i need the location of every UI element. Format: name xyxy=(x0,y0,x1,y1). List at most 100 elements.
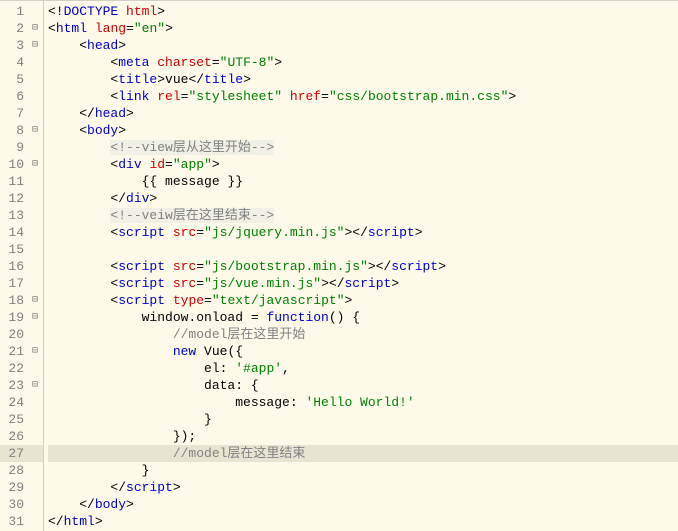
line-number: 24 xyxy=(0,394,28,411)
code-line[interactable]: <script src="js/bootstrap.min.js"></scri… xyxy=(48,258,678,275)
code-token xyxy=(165,276,173,291)
code-line[interactable]: {{ message }} xyxy=(48,173,678,190)
code-token: > xyxy=(274,55,282,70)
code-line[interactable]: window.onload = function() { xyxy=(48,309,678,326)
fold-toggle-icon[interactable]: ⊟ xyxy=(28,156,42,173)
fold-toggle-icon[interactable]: ⊟ xyxy=(28,377,42,394)
code-token: lang xyxy=(95,21,126,36)
code-token: < xyxy=(48,276,118,291)
code-token: } xyxy=(48,412,212,427)
code-line[interactable]: <!DOCTYPE html> xyxy=(48,3,678,20)
code-token: ></ xyxy=(345,225,368,240)
code-line[interactable]: <!--veiw层在这里结束--> xyxy=(48,207,678,224)
code-token xyxy=(48,327,173,342)
code-token: </ xyxy=(48,106,95,121)
fold-toggle-icon[interactable]: ⊟ xyxy=(28,20,42,37)
code-token: > xyxy=(149,191,157,206)
code-line[interactable]: } xyxy=(48,462,678,479)
code-token: > xyxy=(165,21,173,36)
code-token: } xyxy=(48,463,149,478)
code-token: = xyxy=(204,293,212,308)
code-token: </ xyxy=(48,191,126,206)
code-token: > xyxy=(173,480,181,495)
code-token: html xyxy=(56,21,87,36)
gutter-line: 30 xyxy=(0,496,43,513)
code-token xyxy=(118,4,126,19)
code-token: > xyxy=(118,38,126,53)
line-number: 16 xyxy=(0,258,28,275)
code-token: {{ message }} xyxy=(48,174,243,189)
code-token xyxy=(48,208,110,223)
code-line[interactable]: data: { xyxy=(48,377,678,394)
code-line[interactable]: <body> xyxy=(48,122,678,139)
code-line[interactable]: </head> xyxy=(48,105,678,122)
code-line[interactable]: new Vue({ xyxy=(48,343,678,360)
code-token: script xyxy=(391,259,438,274)
gutter-line: 14 xyxy=(0,224,43,241)
code-line[interactable]: <!--view层从这里开始--> xyxy=(48,139,678,156)
code-line[interactable]: <html lang="en"> xyxy=(48,20,678,37)
code-line[interactable]: <head> xyxy=(48,37,678,54)
line-number: 1 xyxy=(0,3,28,20)
gutter-line: 17 xyxy=(0,275,43,292)
gutter-line: 26 xyxy=(0,428,43,445)
code-token: src xyxy=(173,259,196,274)
code-token: ></ xyxy=(321,276,344,291)
code-line[interactable]: //model层在这里开始 xyxy=(48,326,678,343)
gutter-line: 3⊟ xyxy=(0,37,43,54)
code-token: "stylesheet" xyxy=(188,89,282,104)
code-line[interactable]: } xyxy=(48,411,678,428)
code-token: = xyxy=(196,276,204,291)
code-token: script xyxy=(118,276,165,291)
code-token: = xyxy=(196,225,204,240)
code-area[interactable]: <!DOCTYPE html><html lang="en"> <head> <… xyxy=(44,1,678,531)
code-token: </ xyxy=(48,497,95,512)
code-line[interactable]: </html> xyxy=(48,513,678,530)
fold-toggle-icon[interactable]: ⊟ xyxy=(28,343,42,360)
code-token: </ xyxy=(48,514,64,529)
code-token: }); xyxy=(48,429,196,444)
fold-toggle-icon[interactable]: ⊟ xyxy=(28,292,42,309)
code-line[interactable]: <title>vue</title> xyxy=(48,71,678,88)
fold-toggle-icon[interactable]: ⊟ xyxy=(28,309,42,326)
gutter-line: 27 xyxy=(0,445,43,462)
gutter-line: 9 xyxy=(0,139,43,156)
line-number: 30 xyxy=(0,496,28,513)
code-token: "en" xyxy=(134,21,165,36)
code-line[interactable]: }); xyxy=(48,428,678,445)
gutter-line: 6 xyxy=(0,88,43,105)
line-number: 11 xyxy=(0,173,28,190)
line-number: 23 xyxy=(0,377,28,394)
fold-toggle-icon[interactable]: ⊟ xyxy=(28,122,42,139)
code-line[interactable]: <div id="app"> xyxy=(48,156,678,173)
line-number: 28 xyxy=(0,462,28,479)
code-token: body xyxy=(95,497,126,512)
code-line[interactable]: <link rel="stylesheet" href="css/bootstr… xyxy=(48,88,678,105)
gutter: 12⊟3⊟45678⊟910⊟1112131415161718⊟19⊟2021⊟… xyxy=(0,1,44,531)
line-number: 21 xyxy=(0,343,28,360)
code-line[interactable]: <script src="js/vue.min.js"></script> xyxy=(48,275,678,292)
code-line[interactable]: </script> xyxy=(48,479,678,496)
code-line[interactable]: //model层在这里结束 xyxy=(48,445,678,462)
code-token: script xyxy=(126,480,173,495)
code-token: <!--veiw层在这里结束--> xyxy=(110,208,274,223)
code-line[interactable]: <meta charset="UTF-8"> xyxy=(48,54,678,71)
code-line[interactable] xyxy=(48,241,678,258)
code-line[interactable]: </div> xyxy=(48,190,678,207)
code-token: script xyxy=(118,225,165,240)
code-line[interactable]: </body> xyxy=(48,496,678,513)
code-token: meta xyxy=(118,55,149,70)
code-token: script xyxy=(345,276,392,291)
line-number: 17 xyxy=(0,275,28,292)
code-line[interactable]: message: 'Hello World!' xyxy=(48,394,678,411)
code-line[interactable]: <script src="js/jquery.min.js"></script> xyxy=(48,224,678,241)
fold-toggle-icon[interactable]: ⊟ xyxy=(28,37,42,54)
code-line[interactable]: <script type="text/javascript"> xyxy=(48,292,678,309)
code-editor[interactable]: 12⊟3⊟45678⊟910⊟1112131415161718⊟19⊟2021⊟… xyxy=(0,0,678,531)
gutter-line: 2⊟ xyxy=(0,20,43,37)
code-line[interactable]: el: '#app', xyxy=(48,360,678,377)
code-token: "js/vue.min.js" xyxy=(204,276,321,291)
gutter-line: 31 xyxy=(0,513,43,530)
code-token: <! xyxy=(48,4,64,19)
code-token: rel xyxy=(157,89,180,104)
